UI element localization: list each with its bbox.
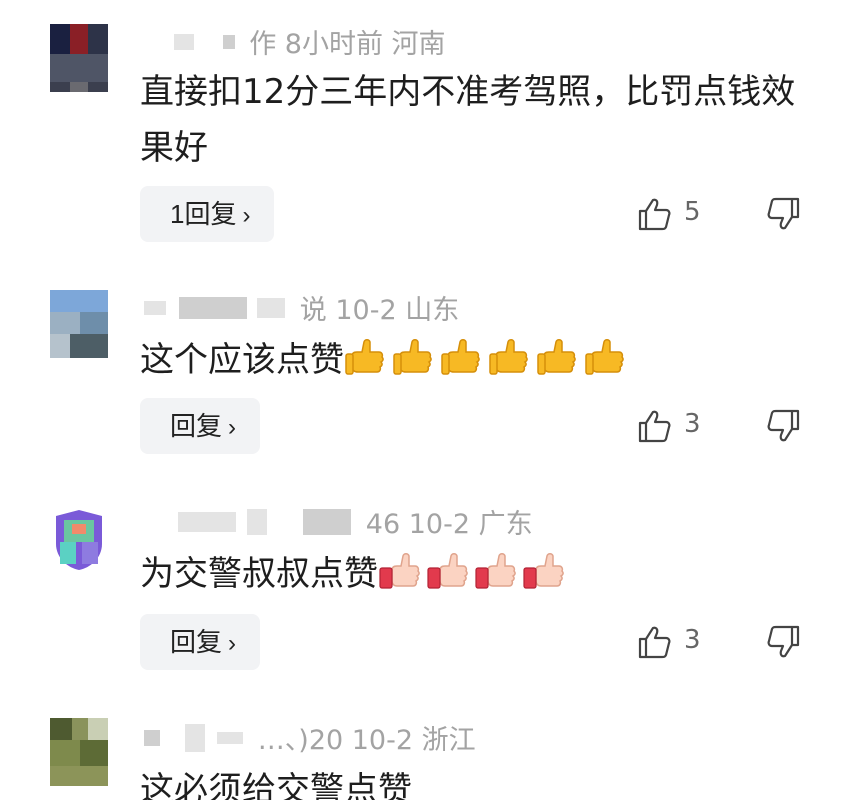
emoji-row [344,338,632,380]
username-blur [257,297,286,318]
username-blur [144,300,166,315]
like-count: 3 [684,625,701,655]
reply-label: 回复 [170,411,223,441]
comment-text-content: 为交警叔叔点赞 [140,554,378,594]
username-blur [303,508,352,535]
thumbs-up-yellow-icon [441,338,480,375]
reply-button[interactable]: 1回复 › [140,186,275,242]
meta-text: 46 10-2 广东 [365,509,533,540]
username-blur [144,729,160,746]
thumbs-up-red-cuff-icon [475,552,516,589]
thumbs-up-yellow-icon [489,338,528,375]
reply-button[interactable]: 回复 › [140,398,261,454]
reply-label: 回复 [170,627,223,657]
comment-meta: …、)20 10-2 浙江 [140,718,476,756]
comment-meta: 说 10-2 山东 [140,288,460,326]
emoji-row [378,552,570,594]
username-blur [178,511,236,532]
thumbs-up-red-cuff-icon [379,552,420,589]
comment-text: 直接扣12分三年内不准考驾照，比罚点钱效果好 [140,72,796,168]
meta-text: 说 10-2 山东 [299,295,460,326]
thumbs-up-yellow-icon [537,338,576,375]
meta-text: 作 8小时前 河南 [249,29,446,60]
avatar[interactable] [50,718,108,786]
meta-text: …、)20 10-2 浙江 [257,725,476,756]
username-blur [184,723,205,752]
chevron-right-icon: › [228,414,237,441]
thumbs-up-outline-icon[interactable] [636,624,672,660]
thumbs-down-outline-icon[interactable] [766,408,802,444]
username-blur [217,731,244,744]
thumbs-up-outline-icon[interactable] [636,408,672,444]
like-count: 3 [684,409,701,439]
like-count: 5 [684,197,701,227]
comment-text: 这个应该点赞 [140,332,820,388]
thumbs-up-red-cuff-icon [427,552,468,589]
chevron-right-icon: › [242,202,251,229]
chevron-right-icon: › [228,630,237,657]
username-blur [178,296,247,319]
avatar[interactable] [50,504,108,572]
comment-meta: 46 10-2 广东 [140,502,533,540]
username-blur [174,33,194,50]
reply-button[interactable]: 回复 › [140,614,261,670]
username-blur [246,508,267,535]
thumbs-up-red-cuff-icon [523,552,564,589]
username-blur [222,34,235,49]
thumbs-up-outline-icon[interactable] [636,196,672,232]
comment-meta: 作 8小时前 河南 [140,22,446,60]
thumbs-up-yellow-icon [345,338,384,375]
thumbs-down-outline-icon[interactable] [766,196,802,232]
thumbs-up-yellow-icon [393,338,432,375]
thumbs-up-yellow-icon [585,338,624,375]
reply-label: 1回复 [170,199,237,229]
thumbs-down-outline-icon[interactable] [766,624,802,660]
comment-text-content: 这个应该点赞 [140,340,344,380]
comment-text: 为交警叔叔点赞 [140,546,820,602]
comment-text: 这必须给交警点赞 [140,770,412,800]
avatar[interactable] [50,290,108,358]
avatar[interactable] [50,24,108,92]
